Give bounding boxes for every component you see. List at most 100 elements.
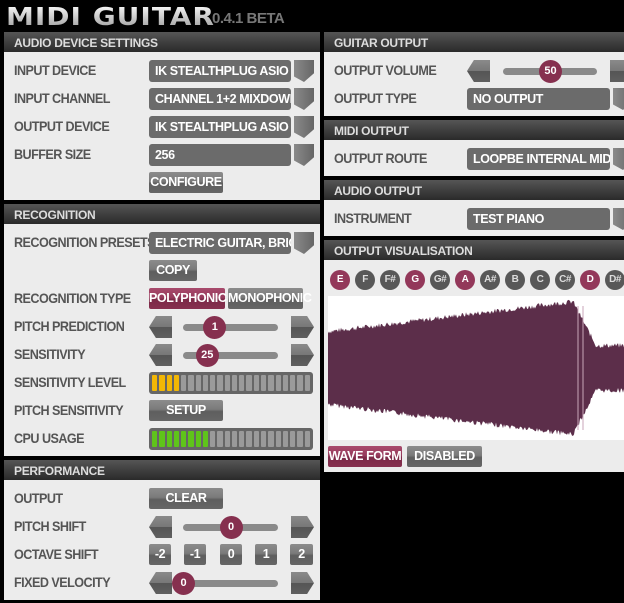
decrease-arrow-icon[interactable]: [149, 316, 172, 338]
octave-0-button[interactable]: 0: [220, 544, 242, 565]
recognition-type-label: RECOGNITION TYPE: [14, 290, 131, 306]
meter-segment: [166, 431, 172, 447]
dropdown-arrow-icon[interactable]: [294, 232, 314, 254]
sensitivity-slider[interactable]: 25: [183, 344, 278, 367]
cpu-usage-label: CPU USAGE: [14, 430, 85, 446]
note-indicators: E F F# G G# A A# B C C# D D#: [330, 269, 624, 290]
sensitivity-level-meter: [149, 372, 313, 394]
dropdown-arrow-icon[interactable]: [294, 116, 314, 138]
meter-segment: [195, 375, 201, 391]
octave-minus-2-button[interactable]: -2: [149, 544, 171, 565]
pitch-prediction-slider[interactable]: 1: [183, 316, 278, 339]
wave-form-button[interactable]: WAVE FORM: [328, 446, 402, 467]
slider-thumb[interactable]: 50: [539, 60, 562, 83]
note-g-sharp: G#: [430, 270, 450, 290]
slider-thumb[interactable]: 0: [172, 572, 195, 595]
input-channel-label: INPUT CHANNEL: [14, 90, 110, 106]
octave-minus-1-button[interactable]: -1: [184, 544, 206, 565]
decrease-arrow-icon[interactable]: [467, 60, 490, 82]
pitch-sensitivity-label: PITCH SENSITIVITY: [14, 402, 124, 418]
input-device-label: INPUT DEVICE: [14, 62, 96, 78]
dropdown-arrow-icon[interactable]: [294, 144, 314, 166]
input-device-dropdown[interactable]: IK STEALTHPLUG ASIO DRI...: [149, 60, 291, 82]
meter-segment: [297, 431, 303, 447]
buffer-size-dropdown[interactable]: 256: [149, 144, 291, 166]
fixed-velocity-slider[interactable]: 0: [172, 572, 278, 595]
slider-thumb[interactable]: 0: [219, 516, 243, 539]
meter-segment: [159, 431, 165, 447]
panel-header: PERFORMANCE: [4, 460, 320, 480]
recognition-presets-label: RECOGNITION PRESETS: [14, 234, 156, 250]
octave-shift-label: OCTAVE SHIFT: [14, 546, 99, 562]
decrease-arrow-icon[interactable]: [149, 344, 172, 366]
note-g: G: [405, 270, 425, 290]
meter-segment: [195, 431, 201, 447]
performance-panel: PERFORMANCE OUTPUT CLEAR PITCH SHIFT 0 O…: [4, 460, 320, 600]
increase-arrow-icon[interactable]: [291, 316, 314, 338]
output-type-dropdown[interactable]: NO OUTPUT: [467, 88, 610, 110]
input-channel-dropdown[interactable]: CHANNEL 1+2 MIXDOWN: [149, 88, 291, 110]
output-device-dropdown[interactable]: IK STEALTHPLUG ASIO DRI...: [149, 116, 291, 138]
meter-segment: [152, 431, 158, 447]
panel-header: RECOGNITION: [4, 204, 320, 224]
panel-header: OUTPUT VISUALISATION: [324, 240, 624, 260]
dropdown-arrow-icon[interactable]: [613, 88, 624, 110]
meter-segment: [290, 431, 296, 447]
copy-button[interactable]: COPY: [149, 260, 197, 281]
waveform-display: [328, 296, 624, 440]
sensitivity-label: SENSITIVITY: [14, 346, 86, 362]
instrument-dropdown[interactable]: TEST PIANO: [467, 208, 610, 230]
meter-segment: [246, 431, 252, 447]
polyphonic-button[interactable]: POLYPHONIC: [149, 288, 227, 309]
increase-arrow-icon[interactable]: [291, 516, 314, 538]
configure-button[interactable]: CONFIGURE: [149, 172, 223, 193]
note-b: B: [505, 270, 525, 290]
meter-segment: [181, 375, 187, 391]
clear-button[interactable]: CLEAR: [149, 488, 223, 509]
note-a: A: [455, 270, 475, 290]
meter-segment: [152, 375, 158, 391]
increase-arrow-icon[interactable]: [610, 60, 624, 82]
increase-arrow-icon[interactable]: [291, 344, 314, 366]
output-route-label: OUTPUT ROUTE: [334, 150, 427, 166]
output-volume-label: OUTPUT VOLUME: [334, 62, 437, 78]
monophonic-button[interactable]: MONOPHONIC: [228, 288, 312, 309]
app-version: 0.4.1 BETA: [212, 10, 285, 27]
audio-output-panel: AUDIO OUTPUT INSTRUMENT TEST PIANO: [324, 180, 624, 236]
output-route-dropdown[interactable]: LOOPBE INTERNAL MIDI: [467, 148, 610, 170]
octave-2-button[interactable]: 2: [290, 544, 313, 565]
increase-arrow-icon[interactable]: [291, 572, 314, 594]
sensitivity-level-label: SENSITIVITY LEVEL: [14, 374, 126, 390]
recognition-presets-dropdown[interactable]: ELECTRIC GUITAR, BRIGHT...: [149, 232, 291, 254]
meter-segment: [304, 431, 310, 447]
setup-button[interactable]: SETUP: [149, 400, 223, 421]
instrument-label: INSTRUMENT: [334, 210, 412, 226]
slider-thumb[interactable]: 25: [195, 344, 219, 367]
meter-segment: [268, 375, 274, 391]
octave-1-button[interactable]: 1: [255, 544, 277, 565]
output-volume-slider[interactable]: 50: [503, 60, 597, 83]
dropdown-arrow-icon[interactable]: [613, 148, 624, 170]
guitar-output-panel: GUITAR OUTPUT OUTPUT VOLUME 50 OUTPUT TY…: [324, 32, 624, 116]
dropdown-arrow-icon[interactable]: [294, 88, 314, 110]
decrease-arrow-icon[interactable]: [149, 516, 172, 538]
note-d-sharp: D#: [605, 270, 624, 290]
slider-thumb[interactable]: 1: [203, 316, 227, 339]
pitch-shift-slider[interactable]: 0: [183, 516, 278, 539]
pitch-shift-label: PITCH SHIFT: [14, 518, 86, 534]
meter-segment: [275, 431, 281, 447]
meter-segment: [173, 375, 180, 391]
dropdown-arrow-icon[interactable]: [294, 60, 314, 82]
dropdown-arrow-icon[interactable]: [613, 208, 624, 230]
decrease-arrow-icon[interactable]: [149, 572, 172, 594]
meter-segment: [188, 431, 194, 447]
audio-device-panel: AUDIO DEVICE SETTINGS INPUT DEVICE IK ST…: [4, 32, 320, 200]
meter-segment: [210, 431, 216, 447]
meter-segment: [217, 431, 223, 447]
meter-segment: [210, 375, 216, 391]
meter-segment: [253, 431, 259, 447]
disabled-button[interactable]: DISABLED: [407, 446, 482, 467]
buffer-size-label: BUFFER SIZE: [14, 146, 91, 162]
note-c-sharp: C#: [555, 270, 575, 290]
fixed-velocity-label: FIXED VELOCITY: [14, 574, 111, 590]
